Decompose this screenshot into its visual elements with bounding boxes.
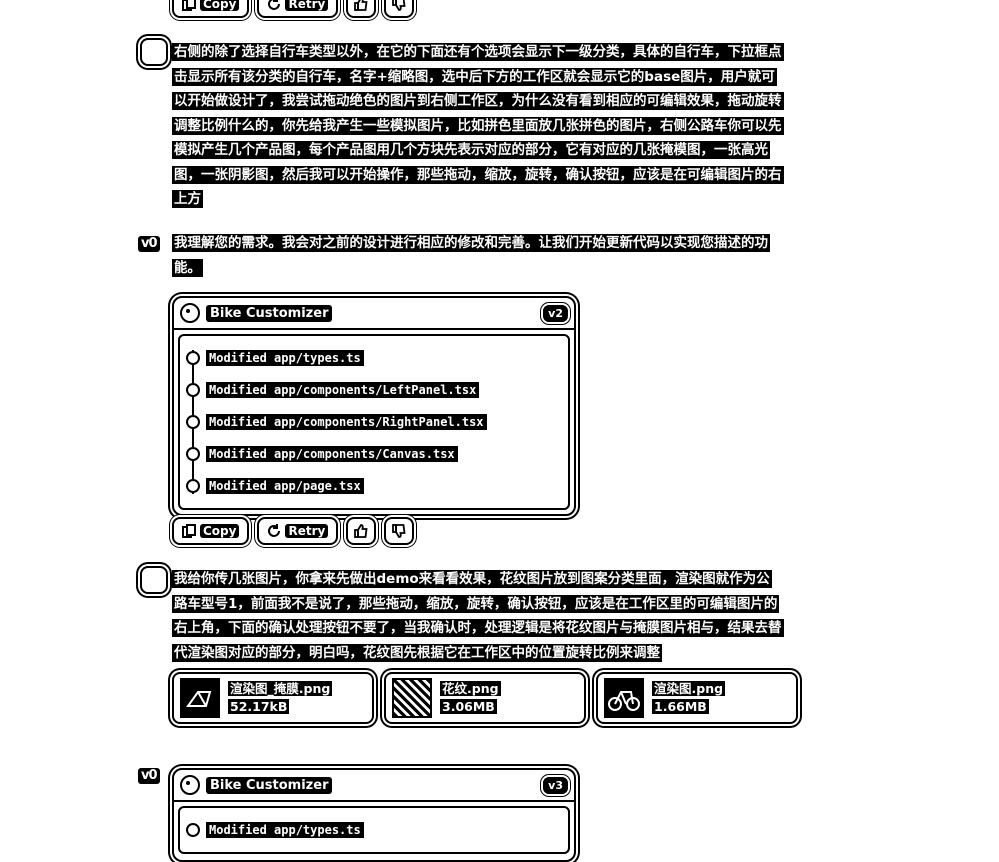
list-item[interactable]: Modified app/types.ts xyxy=(186,342,562,374)
attachment-name: 花纹.png xyxy=(440,681,501,696)
thumbs-up-button[interactable] xyxy=(346,517,377,545)
retry-icon xyxy=(268,524,281,537)
file-status-icon xyxy=(186,447,200,461)
user-message: 右侧的除了选择自行车类型以外，在它的下面还有个选项会显示下一级分类，具体的自行车… xyxy=(172,40,784,212)
v0-avatar: v0 xyxy=(138,236,160,252)
retry-button[interactable]: Retry xyxy=(257,517,339,545)
image-thumbnail xyxy=(392,678,432,718)
code-block-card[interactable]: Bike Customizer v2 Modified app/types.ts… xyxy=(172,296,576,516)
retry-icon xyxy=(268,0,281,10)
file-list: Modified app/types.ts Modified app/compo… xyxy=(178,334,570,510)
file-status-icon xyxy=(186,383,200,397)
attachment-item[interactable]: 花纹.png 3.06MB xyxy=(384,672,586,724)
attachment-size: 52.17kB xyxy=(228,699,290,714)
user-avatar xyxy=(140,566,168,594)
attachment-size: 3.06MB xyxy=(440,699,497,714)
code-block-card[interactable]: Bike Customizer v3 Modified app/types.ts xyxy=(172,768,576,862)
gear-icon xyxy=(180,303,200,323)
thumbs-down-icon xyxy=(392,524,406,538)
thumbs-down-icon xyxy=(392,0,406,11)
file-list: Modified app/types.ts xyxy=(178,806,570,854)
user-message-text: 我给你传几张图片，你拿来先做出demo来看看效果，花纹图片放到图案分类里面，渲染… xyxy=(172,570,784,662)
retry-button[interactable]: Retry xyxy=(257,0,339,18)
copy-icon xyxy=(182,0,196,11)
user-message: 我给你传几张图片，你拿来先做出demo来看看效果，花纹图片放到图案分类里面，渲染… xyxy=(172,567,784,665)
retry-label: Retry xyxy=(285,0,329,11)
copy-button[interactable]: Copy xyxy=(172,0,250,18)
attachment-item[interactable]: 渲染图_掩膜.png 52.17kB xyxy=(172,672,374,724)
list-item[interactable]: Modified app/types.ts xyxy=(186,814,562,846)
thumbs-up-icon xyxy=(354,524,368,538)
image-thumbnail xyxy=(604,678,644,718)
list-item[interactable]: Modified app/page.tsx xyxy=(186,470,562,502)
file-status-icon xyxy=(186,823,200,837)
thumbs-up-icon xyxy=(354,0,368,11)
bike-icon xyxy=(608,691,640,711)
attachment-name: 渲染图_掩膜.png xyxy=(228,681,333,696)
list-item[interactable]: Modified app/components/LeftPanel.tsx xyxy=(186,374,562,406)
list-item[interactable]: Modified app/components/RightPanel.tsx xyxy=(186,406,562,438)
user-message-text: 右侧的除了选择自行车类型以外，在它的下面还有个选项会显示下一级分类，具体的自行车… xyxy=(172,43,784,208)
copy-label: Copy xyxy=(200,524,240,538)
attachment-size: 1.66MB xyxy=(652,699,709,714)
thumbs-down-button[interactable] xyxy=(384,0,415,18)
retry-label: Retry xyxy=(285,524,329,538)
card-header: Bike Customizer v3 xyxy=(174,770,574,802)
list-item[interactable]: Modified app/components/Canvas.tsx xyxy=(186,438,562,470)
file-status-icon xyxy=(186,415,200,429)
version-badge[interactable]: v2 xyxy=(543,304,568,322)
card-title: Bike Customizer xyxy=(206,776,333,794)
user-avatar xyxy=(140,38,168,66)
thumbs-down-button[interactable] xyxy=(384,517,415,545)
thumbs-up-button[interactable] xyxy=(346,0,377,18)
attachment-item[interactable]: 渲染图.png 1.66MB xyxy=(596,672,798,724)
attachment-name: 渲染图.png xyxy=(652,681,726,696)
image-thumbnail xyxy=(180,678,220,718)
card-header: Bike Customizer v2 xyxy=(174,298,574,330)
assistant-message: 我理解您的需求。我会对之前的设计进行相应的修改和完善。让我们开始更新代码以实现您… xyxy=(172,231,782,280)
gear-icon xyxy=(180,775,200,795)
file-status-icon xyxy=(186,479,200,493)
copy-label: Copy xyxy=(200,0,240,11)
attachments: 渲染图_掩膜.png 52.17kB 花纹.png 3.06MB 渲染图.png… xyxy=(172,672,798,724)
file-status-icon xyxy=(186,351,200,365)
card-title: Bike Customizer xyxy=(206,304,333,322)
v0-avatar: v0 xyxy=(138,768,160,784)
copy-icon xyxy=(182,524,196,538)
copy-button[interactable]: Copy xyxy=(172,517,250,545)
top-actions: Copy Retry xyxy=(172,0,415,18)
bike-mask-icon xyxy=(186,691,212,707)
message-actions: Copy Retry xyxy=(172,517,415,545)
version-badge[interactable]: v3 xyxy=(543,776,568,794)
assistant-message-text: 我理解您的需求。我会对之前的设计进行相应的修改和完善。让我们开始更新代码以实现您… xyxy=(172,234,770,277)
